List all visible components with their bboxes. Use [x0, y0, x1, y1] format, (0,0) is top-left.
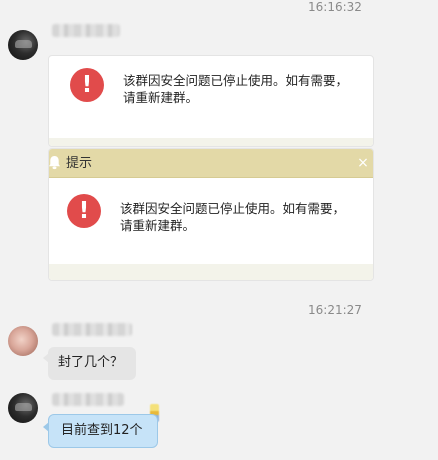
timestamp: 16:21:27	[308, 303, 362, 317]
notice-card: ! 该群因安全问题已停止使用。如有需要，请重新建群。	[48, 55, 374, 147]
sender-name	[52, 323, 132, 336]
avatar[interactable]	[8, 393, 38, 423]
error-icon: !	[67, 194, 101, 228]
avatar[interactable]	[8, 326, 38, 356]
message-bubble[interactable]: 目前查到12个	[43, 414, 158, 448]
bell-icon	[49, 156, 60, 170]
timestamp: 16:16:32	[308, 0, 362, 14]
notice-message: 该群因安全问题已停止使用。如有需要，请重新建群。	[123, 73, 349, 105]
card-footer	[49, 138, 373, 146]
sender-name	[52, 393, 124, 406]
dialog-message: 该群因安全问题已停止使用。如有需要，请重新建群。	[120, 201, 346, 233]
dialog-titlebar	[49, 149, 373, 178]
avatar[interactable]	[8, 30, 38, 60]
close-icon[interactable]: ×	[356, 156, 370, 170]
system-dialog: 提示 × ! 该群因安全问题已停止使用。如有需要，请重新建群。	[48, 148, 374, 281]
sender-name	[52, 24, 120, 37]
error-icon: !	[70, 68, 104, 102]
message-bubble[interactable]: 封了几个？	[43, 347, 136, 380]
card-footer	[49, 264, 373, 280]
dialog-title: 提示	[66, 156, 93, 171]
